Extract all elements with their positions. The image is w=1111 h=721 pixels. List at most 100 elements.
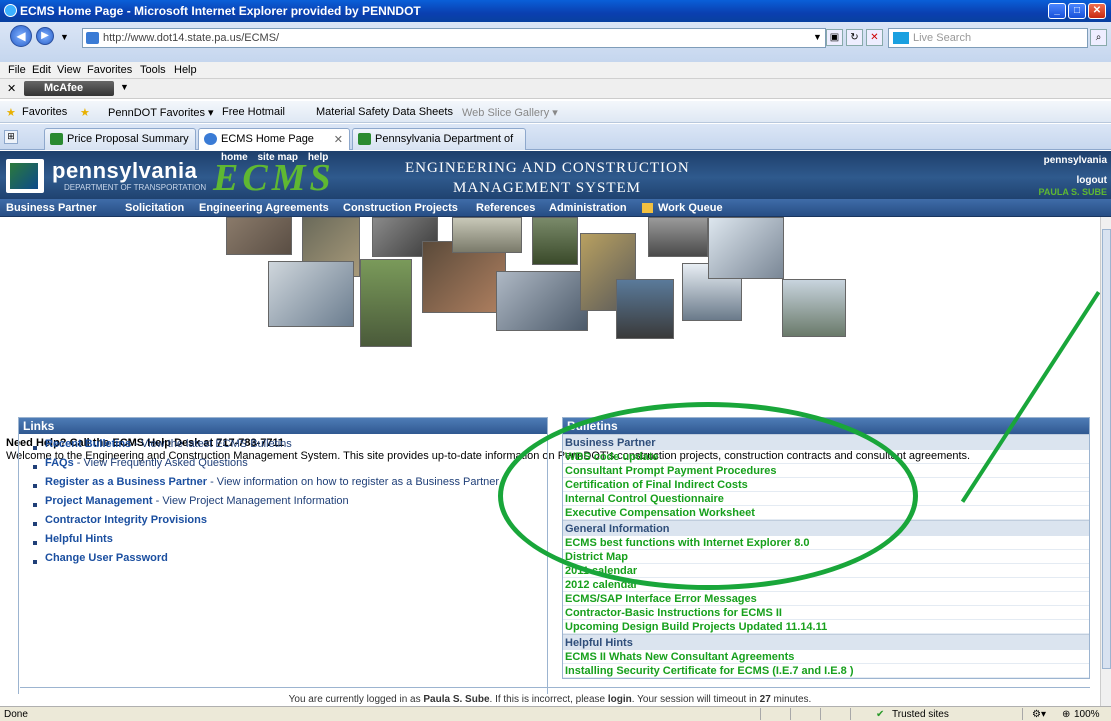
favorites-star-icon: ★ xyxy=(6,107,16,119)
scroll-thumb[interactable] xyxy=(1102,229,1111,669)
keystone-logo xyxy=(6,159,44,193)
divider xyxy=(850,708,851,720)
links-header: Links xyxy=(19,418,547,434)
photo xyxy=(708,217,784,279)
list-item: Change User Password xyxy=(19,552,547,571)
nav-administration[interactable]: Administration xyxy=(549,202,627,214)
protected-mode-icon[interactable]: ⚙▾ xyxy=(1032,709,1046,720)
register-link[interactable]: Register as a Business Partner xyxy=(45,476,207,488)
fav-hotmail[interactable]: Free Hotmail xyxy=(222,106,285,118)
photo-collage xyxy=(212,217,876,347)
list-item: Register as a Business Partner - View in… xyxy=(19,476,547,495)
main-nav: Business Partner Solicitation Engineerin… xyxy=(0,199,1111,217)
bulletin-link[interactable]: ECMS/SAP Interface Error Messages xyxy=(563,592,1089,606)
mcafee-button[interactable]: McAfee xyxy=(24,81,114,96)
search-input[interactable]: Live Search xyxy=(888,28,1088,48)
address-dropdown-icon[interactable]: ▼ xyxy=(813,32,822,42)
favorites-button[interactable]: Favorites xyxy=(22,106,67,118)
menu-edit[interactable]: Edit xyxy=(32,64,51,76)
close-button[interactable]: ✕ xyxy=(1088,3,1106,19)
photo xyxy=(452,217,522,253)
menu-favorites[interactable]: Favorites xyxy=(87,64,132,76)
project-management-link[interactable]: Project Management xyxy=(45,495,153,507)
mcafee-dropdown-icon[interactable]: ▼ xyxy=(120,82,129,92)
tab-ecms-home[interactable]: ECMS Home Page ✕ xyxy=(198,128,350,150)
ecms-header: pennsylvania DEPARTMENT OF TRANSPORTATIO… xyxy=(0,151,1111,199)
search-go-icon[interactable]: ⌕ xyxy=(1090,29,1107,46)
tab-price-proposal[interactable]: Price Proposal Summary xyxy=(44,128,196,150)
vertical-scrollbar[interactable] xyxy=(1100,217,1111,706)
quick-tabs-icon[interactable]: ⊞ xyxy=(4,130,18,144)
close-tab-icon[interactable]: ✕ xyxy=(334,133,343,146)
list-item: Helpful Hints xyxy=(19,533,547,552)
divider xyxy=(20,687,1090,688)
list-item: FAQs - View Frequently Asked Questions xyxy=(19,457,547,476)
window-title: ECMS Home Page - Microsoft Internet Expl… xyxy=(20,4,421,18)
helpful-hints-link[interactable]: Helpful Hints xyxy=(45,533,113,545)
menu-bar: File Edit View Favorites Tools Help xyxy=(0,62,1111,79)
fav-msds[interactable]: Material Safety Data Sheets xyxy=(316,106,453,118)
pa-portal-link[interactable]: pennsylvania xyxy=(1044,155,1107,166)
tab-penndot[interactable]: Pennsylvania Department of ... xyxy=(352,128,526,157)
page-icon xyxy=(86,32,99,44)
nav-references[interactable]: References xyxy=(476,202,535,214)
bulletin-link[interactable]: ECMS II Whats New Consultant Agreements xyxy=(563,650,1089,664)
compat-view-icon[interactable]: ▣ xyxy=(826,29,843,46)
minimize-button[interactable]: _ xyxy=(1048,3,1066,19)
menu-help[interactable]: Help xyxy=(174,64,197,76)
divider xyxy=(760,708,761,720)
pennsylvania-wordmark: pennsylvania xyxy=(52,158,198,183)
favorites-bar: ★ Favorites ★ PennDOT Favorites ▾ Free H… xyxy=(0,101,1111,123)
history-dropdown-icon[interactable]: ▼ xyxy=(60,32,69,42)
photo xyxy=(360,259,412,347)
highlight-ellipse-annotation xyxy=(498,402,918,590)
menu-file[interactable]: File xyxy=(8,64,26,76)
fav-webslice[interactable]: Web Slice Gallery ▾ xyxy=(462,106,558,119)
back-button[interactable]: ◀ xyxy=(10,25,32,47)
links-panel: Links Recent Bulletins - View the latest… xyxy=(18,417,548,694)
divider xyxy=(790,708,791,720)
forward-button[interactable]: ▶ xyxy=(36,27,54,45)
logout-link[interactable]: logout xyxy=(1076,175,1107,186)
address-input[interactable]: http://www.dot14.state.pa.us/ECMS/ xyxy=(82,28,826,48)
refresh-icon[interactable]: ↻ xyxy=(846,29,863,46)
zoom-icon: ⊕ xyxy=(1062,709,1071,720)
photo xyxy=(782,279,846,337)
list-item: Recent Bulletins - View the latest ECMS … xyxy=(19,438,547,457)
user-name: PAULA S. SUBE xyxy=(1038,187,1107,197)
nav-work-queue[interactable]: Work Queue xyxy=(658,202,723,214)
address-toolbar: ◀ ▶ ▼ http://www.dot14.state.pa.us/ECMS/… xyxy=(0,22,1111,62)
footer-user: Paula S. Sube xyxy=(423,694,490,705)
toolbar-close-icon[interactable]: ✕ xyxy=(7,82,16,95)
fav-penndot[interactable]: PennDOT Favorites ▾ xyxy=(108,106,214,119)
divider xyxy=(820,708,821,720)
maximize-button[interactable]: □ xyxy=(1068,3,1086,19)
nav-construction-projects[interactable]: Construction Projects xyxy=(343,202,458,214)
session-minutes: 27 xyxy=(759,694,771,705)
photo xyxy=(648,217,708,257)
menu-view[interactable]: View xyxy=(57,64,81,76)
nav-business-partner[interactable]: Business Partner xyxy=(6,202,96,214)
session-footer: You are currently logged in as Paula S. … xyxy=(0,694,1100,706)
photo xyxy=(226,217,292,255)
recent-bulletins-link[interactable]: Recent Bulletins xyxy=(45,438,131,450)
section-helpful-hints: Helpful Hints xyxy=(563,634,1089,650)
contractor-integrity-link[interactable]: Contractor Integrity Provisions xyxy=(45,514,207,526)
ie-page-icon xyxy=(204,133,217,145)
security-zone[interactable]: Trusted sites xyxy=(892,709,949,720)
zoom-level[interactable]: 100% xyxy=(1074,709,1100,720)
photo xyxy=(532,217,578,265)
nav-engineering-agreements[interactable]: Engineering Agreements xyxy=(199,202,329,214)
mcafee-toolbar: ✕ McAfee ▼ xyxy=(0,79,1111,99)
bulletin-link[interactable]: Installing Security Certificate for ECMS… xyxy=(563,664,1089,678)
footer-login-link[interactable]: login xyxy=(608,694,632,705)
bulletin-link[interactable]: Contractor-Basic Instructions for ECMS I… xyxy=(563,606,1089,620)
list-item: Project Management - View Project Manage… xyxy=(19,495,547,514)
bulletin-link[interactable]: Upcoming Design Build Projects Updated 1… xyxy=(563,620,1089,634)
add-favorite-icon[interactable]: ★ xyxy=(80,106,90,119)
menu-tools[interactable]: Tools xyxy=(140,64,166,76)
stop-icon[interactable]: ✕ xyxy=(866,29,883,46)
nav-solicitation[interactable]: Solicitation xyxy=(125,202,184,214)
change-password-link[interactable]: Change User Password xyxy=(45,552,168,564)
faqs-link[interactable]: FAQs xyxy=(45,457,74,469)
